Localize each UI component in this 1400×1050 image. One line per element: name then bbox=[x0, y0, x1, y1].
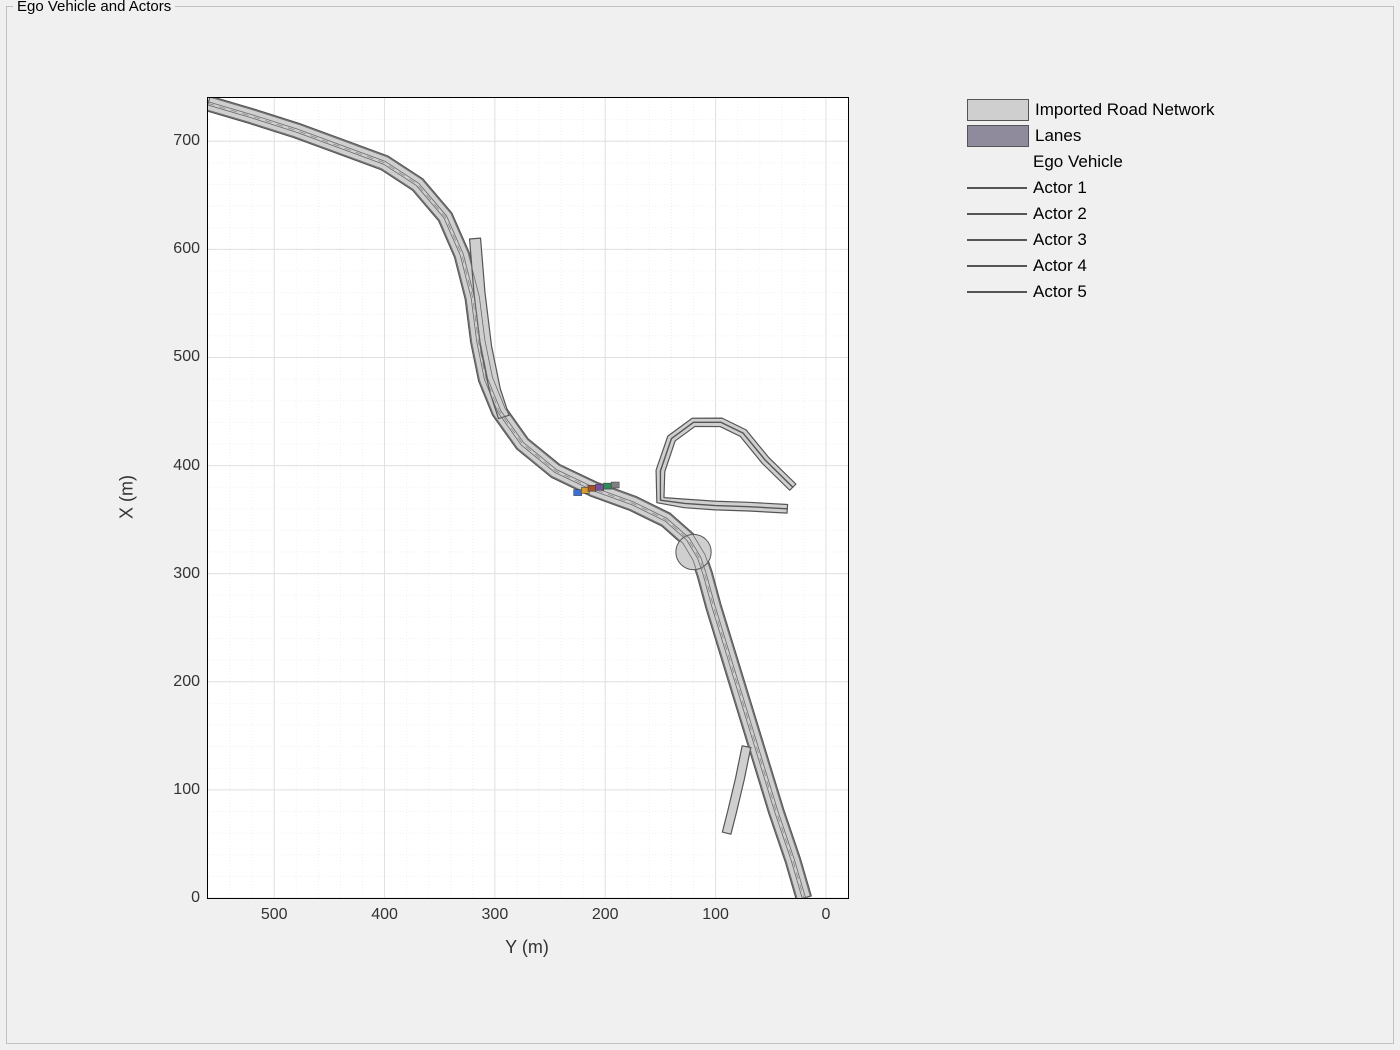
y-tick-label: 600 bbox=[150, 240, 200, 258]
y-tick-label: 100 bbox=[150, 781, 200, 799]
legend-line-icon bbox=[967, 187, 1027, 189]
legend: Imported Road Network Lanes Ego Vehicle Act… bbox=[967, 97, 1215, 305]
legend-line-icon bbox=[967, 291, 1027, 293]
legend-line-icon bbox=[967, 213, 1027, 215]
axis-label-x: Y (m) bbox=[505, 937, 549, 958]
legend-label: Ego Vehicle bbox=[1033, 152, 1123, 172]
actor-marker bbox=[596, 484, 604, 490]
legend-label: Actor 1 bbox=[1033, 178, 1087, 198]
x-tick-label: 400 bbox=[360, 906, 410, 924]
panel-title: Ego Vehicle and Actors bbox=[13, 0, 175, 15]
grid-major bbox=[208, 98, 848, 898]
y-tick-label: 200 bbox=[150, 673, 200, 691]
y-tick-label: 0 bbox=[150, 889, 200, 907]
grid-minor bbox=[208, 98, 848, 898]
legend-item: Actor 1 bbox=[967, 175, 1215, 201]
legend-item: Ego Vehicle bbox=[967, 149, 1215, 175]
legend-swatch-icon bbox=[967, 125, 1029, 147]
y-tick-label: 500 bbox=[150, 348, 200, 366]
x-tick-label: 300 bbox=[470, 906, 520, 924]
legend-item: Actor 4 bbox=[967, 253, 1215, 279]
actor-marker bbox=[574, 490, 582, 496]
legend-item: Actor 5 bbox=[967, 279, 1215, 305]
y-tick-label: 300 bbox=[150, 565, 200, 583]
x-tick-label: 500 bbox=[249, 906, 299, 924]
legend-item: Actor 3 bbox=[967, 227, 1215, 253]
legend-item: Lanes bbox=[967, 123, 1215, 149]
x-tick-label: 0 bbox=[801, 906, 851, 924]
x-tick-label: 100 bbox=[691, 906, 741, 924]
panel-ego-vehicle-actors: Ego Vehicle and Actors 01002003004005006… bbox=[6, 6, 1394, 1044]
legend-label: Actor 2 bbox=[1033, 204, 1087, 224]
legend-swatch-icon bbox=[967, 99, 1029, 121]
legend-empty-icon bbox=[967, 152, 1027, 172]
legend-line-icon bbox=[967, 265, 1027, 267]
lane-markings bbox=[208, 98, 810, 898]
legend-label: Actor 3 bbox=[1033, 230, 1087, 250]
axis-label-y: X (m) bbox=[117, 475, 138, 519]
actor-marker bbox=[611, 482, 619, 488]
legend-item: Imported Road Network bbox=[967, 97, 1215, 123]
legend-label: Imported Road Network bbox=[1035, 100, 1215, 120]
legend-item: Actor 2 bbox=[967, 201, 1215, 227]
plot-svg bbox=[208, 98, 848, 898]
y-tick-label: 400 bbox=[150, 457, 200, 475]
legend-label: Actor 4 bbox=[1033, 256, 1087, 276]
legend-line-icon bbox=[967, 239, 1027, 241]
x-tick-label: 200 bbox=[580, 906, 630, 924]
legend-label: Actor 5 bbox=[1033, 282, 1087, 302]
actor-marker bbox=[588, 485, 596, 491]
plot-axes[interactable]: 0100200300400500600700 5004003002001000 bbox=[207, 97, 849, 899]
y-tick-label: 700 bbox=[150, 132, 200, 150]
legend-label: Lanes bbox=[1035, 126, 1081, 146]
actor-marker bbox=[603, 483, 611, 489]
road-network bbox=[208, 98, 811, 898]
